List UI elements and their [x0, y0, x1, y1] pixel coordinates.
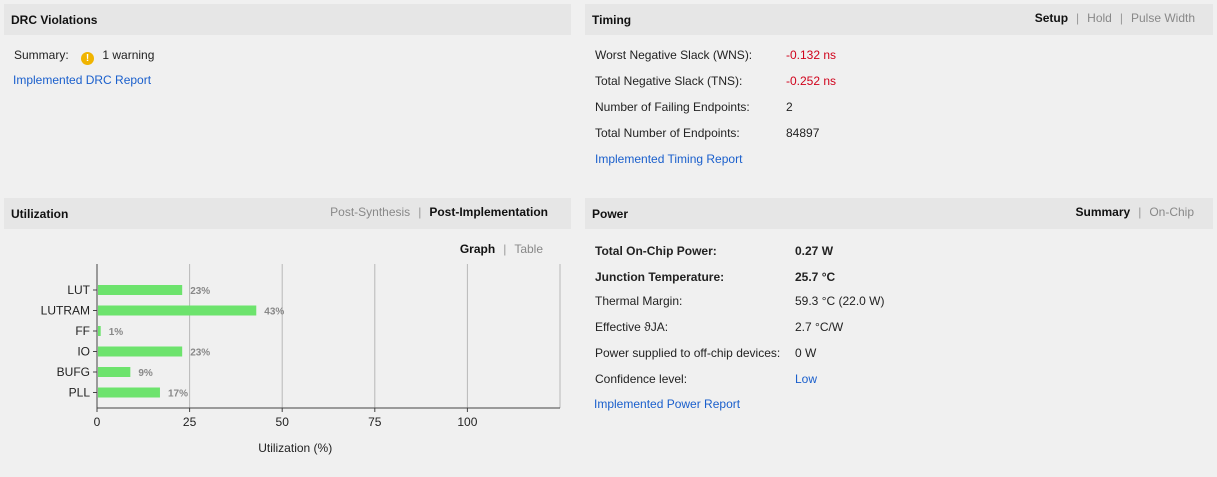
power-value: 2.7 °C/W — [795, 320, 844, 334]
bar-data-label: 9% — [138, 368, 153, 379]
timing-label: Total Number of Endpoints: — [595, 126, 740, 140]
power-value: 25.7 °C — [795, 270, 836, 284]
timing-label: Worst Negative Slack (WNS): — [595, 48, 753, 62]
bar — [98, 305, 257, 316]
category-label: FF — [75, 324, 90, 338]
tab-graph[interactable]: Graph — [460, 242, 495, 256]
tab-separator: | — [1076, 11, 1080, 25]
power-header: Power Summary | On-Chip — [585, 198, 1213, 229]
power-label: Confidence level: — [595, 372, 688, 386]
drc-summary-row: Summary: ! 1 warning — [14, 48, 154, 65]
utilization-view-tabs: Graph | Table — [460, 242, 543, 256]
drc-summary-label: Summary: — [14, 48, 69, 62]
power-title: Power — [592, 207, 629, 221]
tab-separator: | — [1119, 11, 1123, 25]
tab-on-chip[interactable]: On-Chip — [1149, 205, 1194, 219]
tab-pulse-width[interactable]: Pulse Width — [1131, 11, 1195, 25]
power-tabs: Summary | On-Chip — [1075, 205, 1194, 219]
power-label: Junction Temperature: — [595, 270, 725, 284]
bar-data-label: 17% — [168, 389, 188, 400]
bar — [98, 346, 183, 357]
power-label: Thermal Margin: — [595, 294, 683, 308]
power-value: 59.3 °C (22.0 W) — [795, 294, 885, 308]
timing-title: Timing — [592, 13, 632, 27]
timing-value: -0.252 ns — [786, 74, 837, 88]
timing-report-link[interactable]: Implemented Timing Report — [595, 152, 742, 166]
bar-data-label: 23% — [190, 286, 210, 297]
x-tick-label: 0 — [94, 415, 101, 429]
timing-value: -0.132 ns — [786, 48, 837, 62]
power-value: 0.27 W — [795, 244, 834, 258]
drc-header: DRC Violations — [4, 4, 571, 35]
bar-data-label: 23% — [190, 348, 210, 359]
timing-tabs: Setup | Hold | Pulse Width — [1035, 11, 1195, 25]
tab-hold[interactable]: Hold — [1087, 11, 1112, 25]
power-label: Effective ϑJA: — [595, 320, 669, 334]
x-axis-label: Utilization (%) — [258, 441, 332, 455]
category-label: BUFG — [57, 365, 90, 379]
x-tick-label: 25 — [183, 415, 197, 429]
category-label: IO — [77, 345, 90, 359]
utilization-title: Utilization — [11, 207, 69, 221]
timing-header: Timing Setup | Hold | Pulse Width — [585, 4, 1213, 35]
bar — [98, 326, 101, 336]
tab-table[interactable]: Table — [514, 242, 543, 256]
category-label: LUTRAM — [41, 304, 90, 318]
timing-label: Total Negative Slack (TNS): — [595, 74, 743, 88]
confidence-level-link[interactable]: Low — [795, 372, 817, 386]
bar — [98, 387, 160, 398]
tab-summary[interactable]: Summary — [1075, 205, 1130, 219]
drc-report-link[interactable]: Implemented DRC Report — [13, 73, 151, 87]
bar — [98, 367, 131, 377]
timing-panel: Timing Setup | Hold | Pulse Width Worst Nega… — [585, 4, 1213, 184]
timing-value: 2 — [786, 100, 793, 114]
category-label: PLL — [69, 386, 91, 400]
utilization-tabs: Post-Synthesis | Post-Implementation — [330, 205, 548, 219]
timing-label: Number of Failing Endpoints: — [595, 100, 750, 114]
bar-data-label: 43% — [264, 307, 284, 318]
warning-icon: ! — [81, 52, 95, 65]
x-tick-label: 75 — [368, 415, 382, 429]
bar-data-label: 1% — [109, 327, 124, 338]
drc-title: DRC Violations — [11, 13, 98, 27]
tab-post-synthesis[interactable]: Post-Synthesis — [330, 205, 410, 219]
utilization-chart: 0 25 50 75 100 LUT 23% LUTRAM 43% FF 1% IO 23% BUFG 9%… — [41, 264, 561, 455]
tab-setup[interactable]: Setup — [1035, 11, 1068, 25]
power-label: Power supplied to off-chip devices: — [595, 346, 781, 360]
tab-separator: | — [1138, 205, 1142, 219]
power-report-link[interactable]: Implemented Power Report — [594, 397, 740, 411]
drc-panel: DRC Violations Summary: ! 1 warning Impl… — [4, 4, 571, 184]
category-label: LUT — [67, 283, 90, 297]
drc-summary-value: 1 warning — [102, 48, 155, 62]
tab-separator: | — [418, 205, 422, 219]
power-panel: Power Summary | On-Chip Total On-Chip Powe… — [585, 198, 1213, 473]
x-tick-label: 50 — [276, 415, 290, 429]
power-value: 0 W — [795, 346, 817, 360]
tab-separator: | — [503, 242, 507, 256]
tab-post-implementation[interactable]: Post-Implementation — [429, 205, 548, 219]
utilization-panel: Utilization Post-Synthesis | Post-Implemen… — [4, 198, 571, 473]
utilization-header: Utilization Post-Synthesis | Post-Implemen… — [4, 198, 571, 229]
bar — [98, 285, 183, 295]
power-label: Total On-Chip Power: — [595, 244, 717, 258]
timing-value: 84897 — [786, 126, 820, 140]
x-tick-label: 100 — [457, 415, 477, 429]
